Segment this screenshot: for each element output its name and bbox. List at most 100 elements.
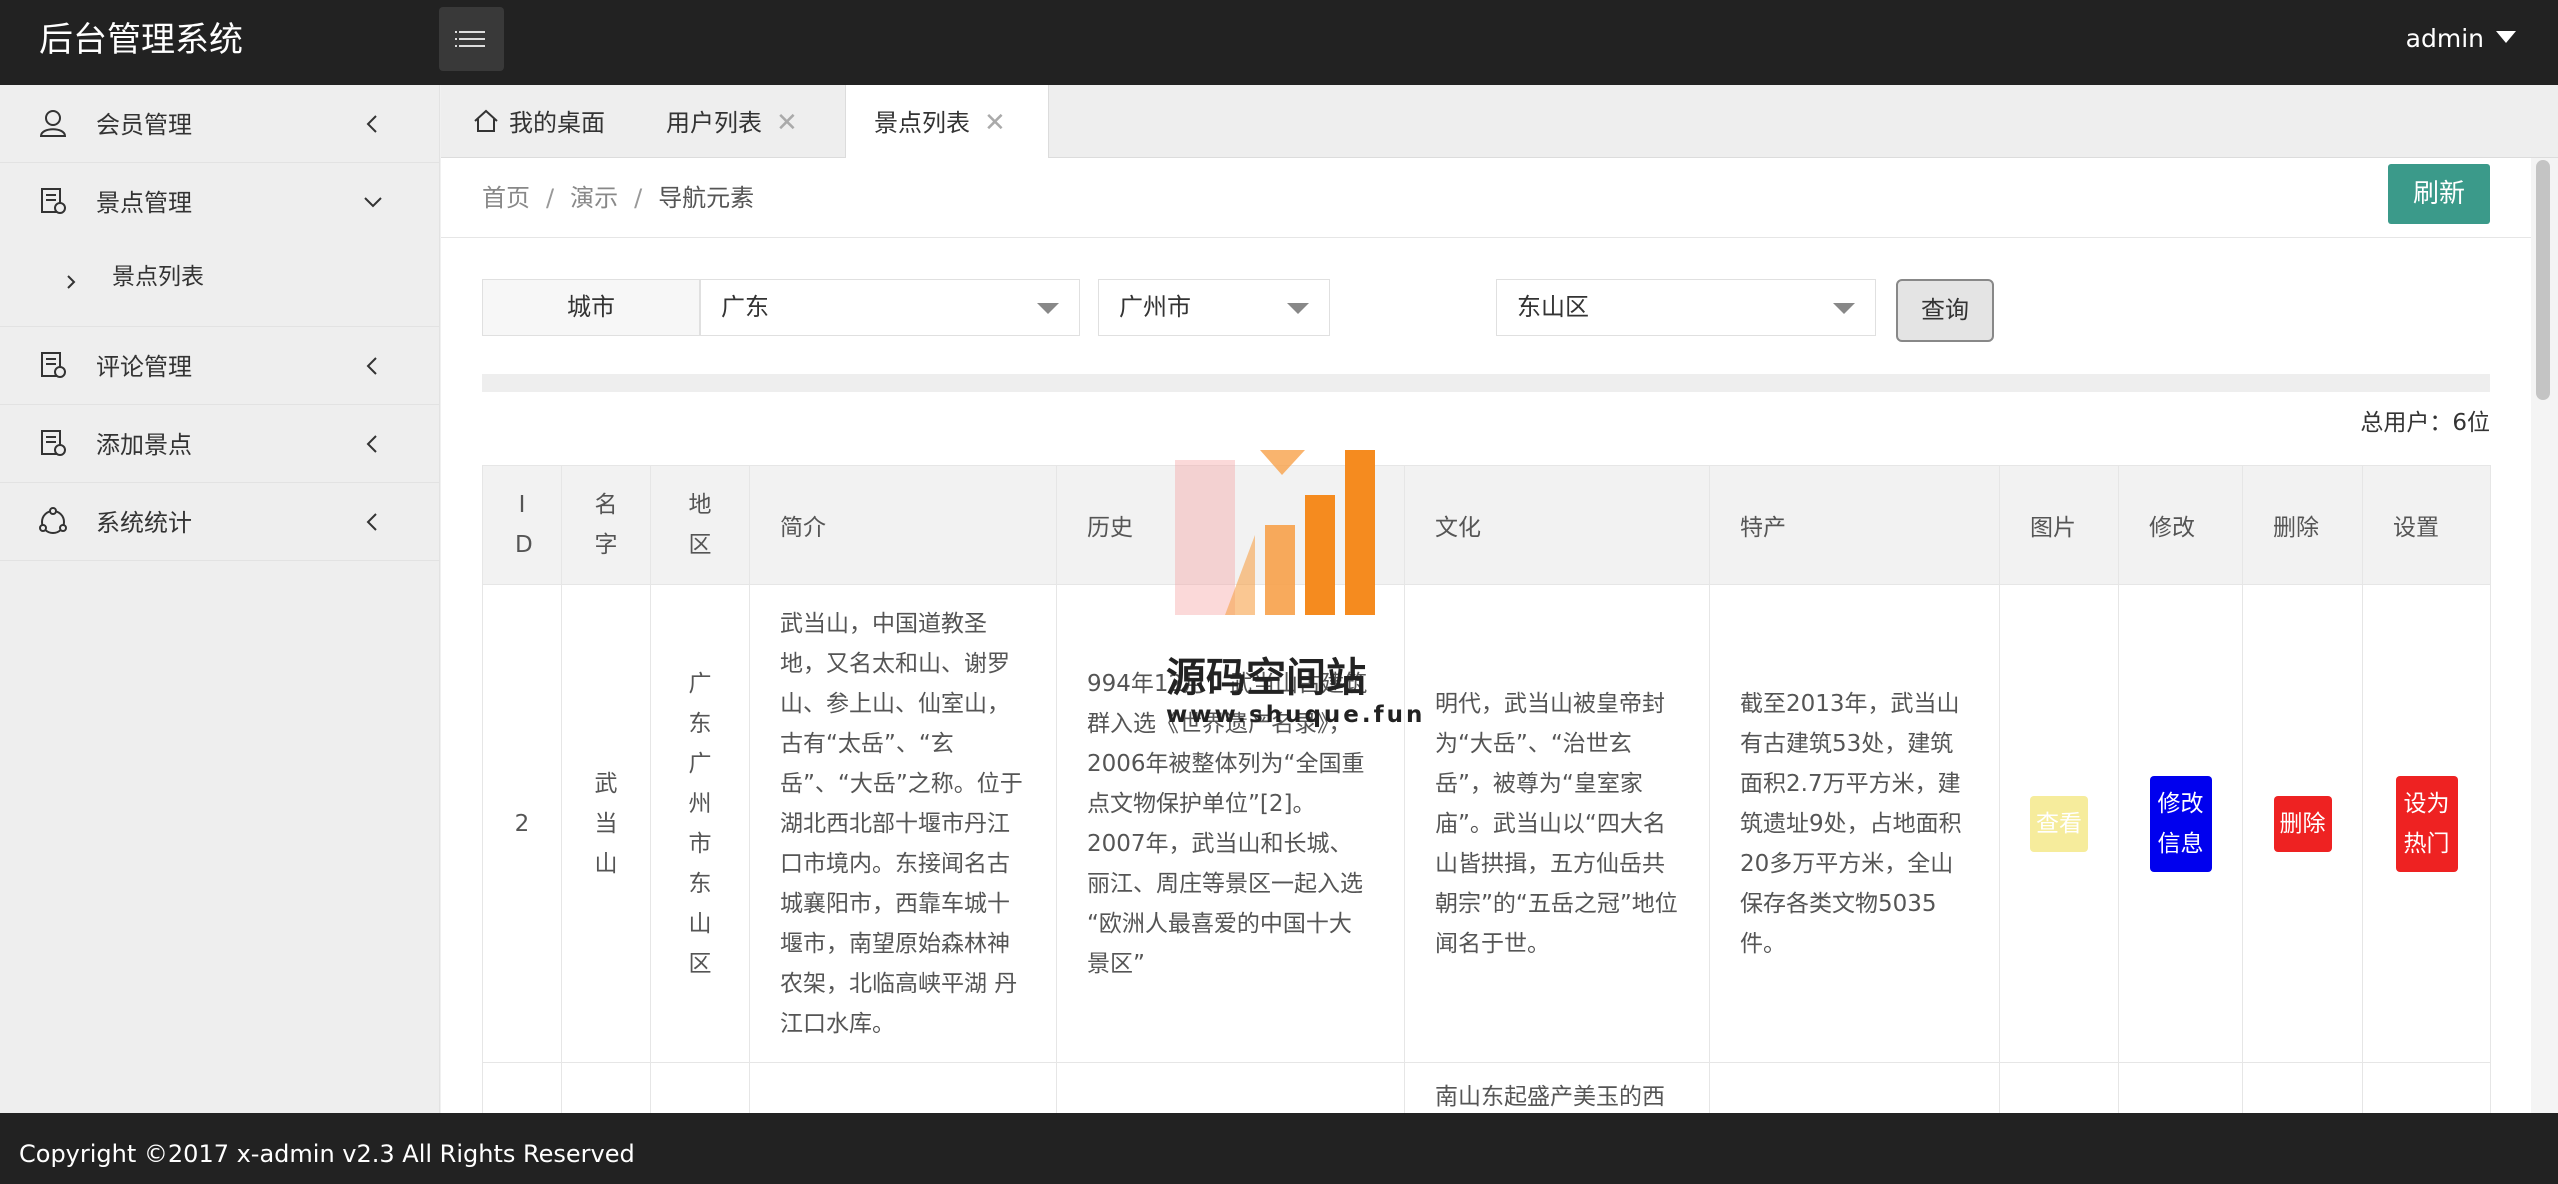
tab-bar: 我的桌面 用户列表 ✕ 景点列表 ✕ — [441, 85, 2558, 159]
sidebar: 会员管理 景点管理 景点列表 评论管理 添加景点 系统统计 — [0, 85, 440, 1113]
menu-toggle-button[interactable] — [439, 7, 504, 71]
sidebar-item-label: 评论管理 — [96, 353, 192, 381]
tab-user-list[interactable]: 用户列表 ✕ — [666, 85, 798, 158]
scenic-table: I D 名字 地区 简介 历史 文化 特产 图片 修改 删除 设置 2 武当山 … — [482, 465, 2491, 1113]
chevron-right-icon — [67, 275, 76, 289]
vertical-scrollbar[interactable] — [2531, 158, 2558, 1113]
chevron-down-icon — [364, 197, 382, 208]
district-value: 东山区 — [1517, 293, 1589, 321]
sidebar-item-comment[interactable]: 评论管理 — [0, 327, 439, 405]
col-region: 地区 — [650, 465, 750, 585]
chevron-left-icon — [366, 435, 377, 453]
sidebar-item-label: 系统统计 — [96, 509, 192, 537]
col-id: I D — [482, 465, 562, 585]
sidebar-item-statistics[interactable]: 系统统计 — [0, 483, 439, 561]
app-title: 后台管理系统 — [39, 20, 243, 60]
sidebar-item-scenic[interactable]: 景点管理 — [0, 163, 439, 241]
view-button[interactable]: 查看 — [2030, 795, 2088, 852]
cell-intro: 武当山，中国道教圣地，又名太和山、谢罗山、参上山、仙室山，古有“太岳”、“玄岳”… — [749, 584, 1057, 1063]
tab-label: 我的桌面 — [509, 109, 605, 137]
breadcrumb-home[interactable]: 首页 — [482, 184, 530, 212]
table-row: 南山东起盛产美玉的西 — [482, 1062, 2491, 1113]
sidebar-item-add-scenic[interactable]: 添加景点 — [0, 405, 439, 483]
tab-scenic-list[interactable]: 景点列表 ✕ — [845, 85, 1049, 159]
cell-history — [1056, 1062, 1405, 1113]
province-select[interactable]: 广东 — [700, 279, 1080, 336]
city-select[interactable]: 广州市 — [1098, 279, 1330, 336]
col-intro: 简介 — [749, 465, 1057, 585]
dropdown-arrow-icon — [1287, 303, 1309, 314]
tab-label: 用户列表 — [666, 109, 762, 137]
chevron-left-icon — [366, 357, 377, 375]
document-icon — [41, 352, 66, 378]
tab-label: 景点列表 — [874, 109, 970, 137]
close-icon[interactable]: ✕ — [776, 108, 798, 138]
col-history: 历史 — [1056, 465, 1405, 585]
breadcrumb-separator: / — [634, 184, 643, 212]
menu-icon — [455, 31, 485, 47]
city-filter-label: 城市 — [482, 279, 700, 336]
query-button[interactable]: 查询 — [1896, 279, 1994, 342]
table-header-row: I D 名字 地区 简介 历史 文化 特产 图片 修改 删除 设置 — [482, 465, 2491, 585]
document-icon — [41, 188, 66, 214]
divider-bar — [482, 374, 2490, 392]
edit-info-button[interactable]: 修改信息 — [2149, 775, 2212, 872]
watermark-url: www.shuque.fun — [1166, 702, 1426, 728]
breadcrumb-demo[interactable]: 演示 — [570, 184, 618, 212]
cell-id — [482, 1062, 562, 1113]
total-users-count: 总用户：6位 — [2360, 410, 2490, 436]
col-setting: 设置 — [2362, 465, 2491, 585]
city-value: 广州市 — [1119, 293, 1191, 321]
tab-desktop[interactable]: 我的桌面 — [473, 85, 605, 158]
breadcrumb-separator: / — [546, 184, 555, 212]
sidebar-item-label: 会员管理 — [96, 111, 192, 139]
scrollbar-thumb[interactable] — [2536, 160, 2550, 400]
dropdown-arrow-icon — [1833, 303, 1855, 314]
cell-delete — [2242, 1062, 2363, 1113]
cell-region — [650, 1062, 750, 1113]
top-header: 后台管理系统 admin — [0, 0, 2558, 85]
document-icon — [41, 430, 66, 456]
chevron-left-icon — [366, 115, 377, 133]
col-edit: 修改 — [2118, 465, 2243, 585]
col-image: 图片 — [1999, 465, 2119, 585]
cell-edit — [2118, 1062, 2243, 1113]
user-name: admin — [2405, 24, 2484, 53]
main-content: 首页 / 演示 / 导航元素 刷新 城市 广东 广州市 东山区 查询 总用户：6位 I … — [441, 158, 2531, 1113]
set-hot-button[interactable]: 设为热门 — [2395, 775, 2458, 872]
col-culture: 文化 — [1404, 465, 1710, 585]
cell-image — [1999, 1062, 2119, 1113]
breadcrumb-bar: 首页 / 演示 / 导航元素 刷新 — [441, 158, 2531, 238]
sidebar-subitem-scenic-list[interactable]: 景点列表 — [0, 241, 439, 327]
sidebar-item-member[interactable]: 会员管理 — [0, 85, 439, 163]
sidebar-item-label: 景点管理 — [96, 189, 192, 217]
delete-button[interactable]: 删除 — [2273, 795, 2332, 852]
dropdown-arrow-icon — [1037, 303, 1059, 314]
chart-icon — [39, 507, 67, 534]
user-menu[interactable]: admin — [2406, 0, 2516, 85]
table-row: 2 武当山 广东广州市东山区 武当山，中国道教圣地，又名太和山、谢罗山、参上山、… — [482, 584, 2491, 1063]
cell-name: 武当山 — [561, 584, 651, 1063]
cell-delete: 删除 — [2242, 584, 2363, 1063]
cell-name — [561, 1062, 651, 1113]
close-icon[interactable]: ✕ — [984, 108, 1006, 138]
cell-specialty — [1709, 1062, 2000, 1113]
district-select[interactable]: 东山区 — [1496, 279, 1876, 336]
cell-edit: 修改信息 — [2118, 584, 2243, 1063]
province-value: 广东 — [721, 293, 769, 321]
col-delete: 删除 — [2242, 465, 2363, 585]
caret-down-icon — [2496, 31, 2516, 43]
watermark-title: 源码空间站 — [1166, 655, 1366, 701]
cell-image: 查看 — [1999, 584, 2119, 1063]
breadcrumb-current: 导航元素 — [658, 184, 755, 212]
col-specialty: 特产 — [1709, 465, 2000, 585]
cell-region: 广东广州市东山区 — [650, 584, 750, 1063]
user-icon — [39, 110, 67, 137]
cell-setting: 设为热门 — [2362, 584, 2491, 1063]
sidebar-item-label: 添加景点 — [96, 431, 192, 459]
cell-specialty: 截至2013年，武当山有古建筑53处，建筑面积2.7万平方米，建筑遗址9处，占地… — [1709, 584, 2000, 1063]
breadcrumb: 首页 / 演示 / 导航元素 — [482, 158, 754, 238]
cell-intro — [749, 1062, 1057, 1113]
col-name: 名字 — [561, 465, 651, 585]
refresh-button[interactable]: 刷新 — [2388, 164, 2490, 224]
